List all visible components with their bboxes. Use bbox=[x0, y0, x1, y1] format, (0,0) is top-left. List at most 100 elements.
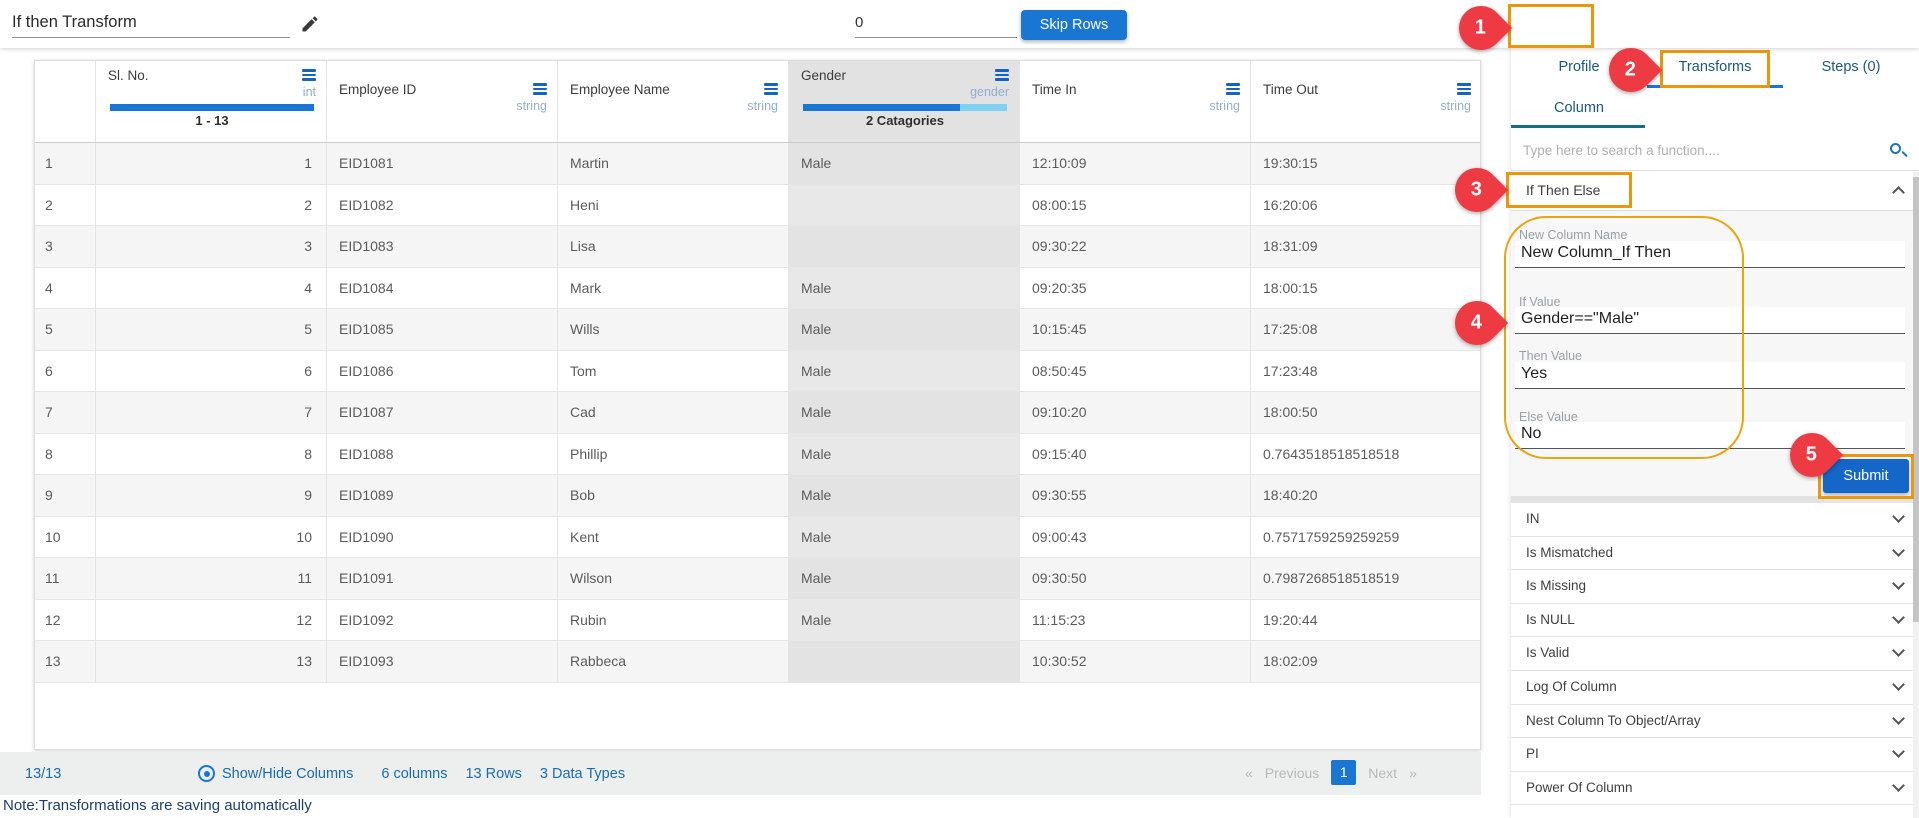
function-row[interactable]: Log Of Column bbox=[1511, 671, 1919, 705]
function-row[interactable]: Is Mismatched bbox=[1511, 537, 1919, 571]
table-row: 66EID1086TomMale08:50:4517:23:48 bbox=[35, 351, 1480, 393]
edit-pencil-icon[interactable] bbox=[300, 14, 320, 34]
cell: 5 bbox=[96, 309, 327, 350]
cell: 18:00:50 bbox=[1251, 392, 1481, 433]
function-label: Power Of Column bbox=[1526, 780, 1633, 795]
field-input-then-value[interactable]: Yes bbox=[1515, 362, 1905, 389]
transform-name-input[interactable] bbox=[12, 8, 290, 38]
cell: 0.7987268518518519 bbox=[1251, 558, 1481, 599]
column-summary: 1 - 13 bbox=[108, 113, 316, 130]
prev-arrow[interactable]: « bbox=[1245, 765, 1253, 781]
chevron-down-icon bbox=[1892, 510, 1905, 523]
field-input-if-value[interactable]: Gender=="Male" bbox=[1515, 307, 1905, 334]
cell: 16:20:06 bbox=[1251, 185, 1481, 226]
cell: Rabbeca bbox=[558, 641, 789, 682]
cell: Male bbox=[789, 434, 1020, 475]
column-name-row: Time Out bbox=[1263, 80, 1471, 98]
cell: 12:10:09 bbox=[1020, 143, 1251, 184]
search-icon[interactable] bbox=[1889, 142, 1907, 160]
cell: Heni bbox=[558, 185, 789, 226]
section-divider bbox=[1511, 496, 1919, 503]
previous-button[interactable]: Previous bbox=[1265, 765, 1319, 781]
function-row[interactable]: Power Of Column bbox=[1511, 772, 1919, 806]
function-row[interactable]: IN bbox=[1511, 503, 1919, 537]
row-number: 7 bbox=[35, 392, 96, 433]
cell: Bob bbox=[558, 475, 789, 516]
function-row[interactable]: Nest Column To Object/Array bbox=[1511, 705, 1919, 739]
show-hide-columns-button[interactable]: Show/Hide Columns bbox=[198, 765, 353, 782]
cell: 19:30:15 bbox=[1251, 143, 1481, 184]
accordion-if-then-else[interactable]: If Then Else bbox=[1511, 171, 1919, 211]
function-row[interactable]: Is Valid bbox=[1511, 637, 1919, 671]
table-row: 33EID1083Lisa09:30:2218:31:09 bbox=[35, 226, 1480, 268]
cell: 3 bbox=[96, 226, 327, 267]
cell: 0.7571759259259259 bbox=[1251, 517, 1481, 558]
table-row: 1212EID1092RubinMale11:15:2319:20:44 bbox=[35, 600, 1480, 642]
tab-steps-0-[interactable]: Steps (0) bbox=[1783, 46, 1919, 88]
function-row[interactable]: Is Missing bbox=[1511, 570, 1919, 604]
column-menu-icon[interactable] bbox=[302, 69, 316, 81]
column-header: Gendergender2 Catagories bbox=[789, 61, 1020, 142]
field-input-else-value[interactable]: No bbox=[1515, 422, 1905, 449]
skip-rows-input[interactable] bbox=[855, 8, 1017, 38]
show-hide-label: Show/Hide Columns bbox=[222, 766, 353, 782]
column-menu-icon[interactable] bbox=[764, 83, 778, 95]
cell: Lisa bbox=[558, 226, 789, 267]
columns-info: 6 columns bbox=[381, 766, 447, 782]
function-label: PI bbox=[1526, 746, 1539, 761]
next-arrow[interactable]: » bbox=[1409, 765, 1417, 781]
autosave-note: Note:Transformations are saving automati… bbox=[3, 797, 312, 814]
column-menu-icon[interactable] bbox=[533, 83, 547, 95]
table-row: 1111EID1091WilsonMale09:30:500.798726851… bbox=[35, 558, 1480, 600]
cell: Male bbox=[789, 600, 1020, 641]
column-menu-icon[interactable] bbox=[1457, 83, 1471, 95]
cell: Wills bbox=[558, 309, 789, 350]
column-name: Time In bbox=[1032, 82, 1077, 97]
function-search-input[interactable] bbox=[1523, 131, 1883, 169]
function-row[interactable]: PI bbox=[1511, 738, 1919, 772]
datatypes-info: 3 Data Types bbox=[540, 766, 625, 782]
column-name-row: Sl. No. bbox=[108, 66, 316, 84]
column-summary: 2 Catagories bbox=[801, 113, 1009, 130]
row-number: 12 bbox=[35, 600, 96, 641]
cell: Martin bbox=[558, 143, 789, 184]
cell: Kent bbox=[558, 517, 789, 558]
tab-transforms[interactable]: Transforms bbox=[1647, 46, 1783, 88]
cell: EID1090 bbox=[327, 517, 558, 558]
cell: Mark bbox=[558, 268, 789, 309]
page-1-button[interactable]: 1 bbox=[1331, 760, 1356, 785]
transform-panel: Gender ProfileTransformsSteps (0) Column… bbox=[1511, 0, 1919, 818]
scrollbar-thumb[interactable] bbox=[1913, 177, 1919, 622]
function-list: INIs MismatchedIs Missing Is NULL Is Valid… bbox=[1511, 503, 1919, 805]
column-menu-icon[interactable] bbox=[1226, 83, 1240, 95]
function-label: Is NULL bbox=[1526, 612, 1575, 627]
header-row: Sl. No.int1 - 13Employee IDstringEmploye… bbox=[35, 61, 1480, 143]
chevron-down-icon bbox=[1892, 544, 1905, 557]
table-row: 1010EID1090KentMale09:00:430.75717592592… bbox=[35, 517, 1480, 559]
cell: EID1083 bbox=[327, 226, 558, 267]
row-number: 13 bbox=[35, 641, 96, 682]
tab-profile[interactable]: Profile bbox=[1511, 46, 1647, 88]
submit-button[interactable]: Submit bbox=[1823, 459, 1909, 493]
cell: 2 bbox=[96, 185, 327, 226]
cell: EID1091 bbox=[327, 558, 558, 599]
subtab-indicator bbox=[1511, 125, 1645, 128]
cell: 18:31:09 bbox=[1251, 226, 1481, 267]
column-menu-icon[interactable] bbox=[995, 69, 1009, 81]
cell: Phillip bbox=[558, 434, 789, 475]
column-name-row: Employee Name bbox=[570, 80, 778, 98]
cell: Male bbox=[789, 309, 1020, 350]
tab-column[interactable]: Column bbox=[1511, 88, 1647, 128]
top-toolbar: Skip Rows bbox=[0, 0, 1919, 48]
cell bbox=[789, 185, 1020, 226]
field-input-new-column-name[interactable]: New Column_If Then bbox=[1515, 241, 1905, 268]
cell: EID1084 bbox=[327, 268, 558, 309]
function-label: Log Of Column bbox=[1526, 679, 1617, 694]
cell: 09:20:35 bbox=[1020, 268, 1251, 309]
column-name: Time Out bbox=[1263, 82, 1318, 97]
function-row[interactable]: Is NULL bbox=[1511, 604, 1919, 638]
cell: 1 bbox=[96, 143, 327, 184]
next-button[interactable]: Next bbox=[1368, 765, 1397, 781]
cell: Wilson bbox=[558, 558, 789, 599]
skip-rows-button[interactable]: Skip Rows bbox=[1021, 10, 1127, 40]
